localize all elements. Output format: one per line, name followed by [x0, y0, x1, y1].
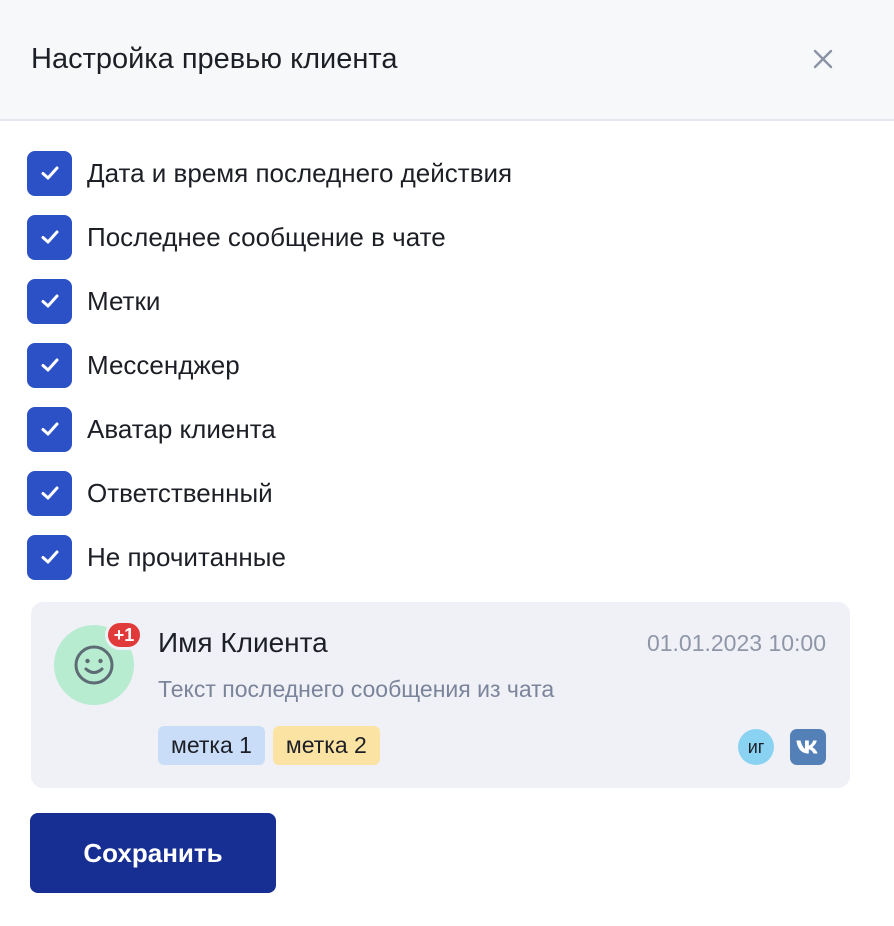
checkbox-checked[interactable] [27, 214, 72, 260]
option-label: Не прочитанные [87, 542, 286, 572]
checkbox-checked[interactable] [27, 342, 72, 388]
instagram-icon: иг [738, 729, 774, 765]
check-icon [41, 166, 58, 180]
option-label: Мессенджер [87, 350, 240, 380]
close-icon[interactable] [808, 44, 838, 74]
option-label: Последнее сообщение в чате [87, 222, 446, 252]
checkbox-checked[interactable] [27, 278, 72, 324]
check-icon [41, 358, 58, 372]
modal-title: Настройка превью клиента [31, 43, 398, 75]
vk-icon [790, 729, 826, 765]
option-tags[interactable]: Метки [27, 278, 512, 324]
check-icon [41, 550, 58, 564]
option-last-action-datetime[interactable]: Дата и время последнего действия [27, 150, 512, 196]
option-messenger[interactable]: Мессенджер [27, 342, 512, 388]
option-label: Дата и время последнего действия [87, 158, 513, 188]
checkbox-checked[interactable] [27, 150, 72, 196]
option-last-message[interactable]: Последнее сообщение в чате [27, 214, 512, 260]
client-preview-card: +1 Имя Клиента 01.01.2023 10:00 Текст по… [31, 602, 850, 788]
smiley-face-icon [74, 645, 114, 685]
option-label: Метки [87, 286, 161, 316]
check-icon [41, 294, 58, 308]
last-action-datetime: 01.01.2023 10:00 [646, 630, 826, 656]
checkbox-checked[interactable] [27, 406, 72, 452]
option-label: Ответственный [87, 478, 273, 508]
checkbox-checked[interactable] [27, 470, 72, 516]
option-responsible[interactable]: Ответственный [27, 470, 512, 516]
checkbox-checked[interactable] [27, 534, 72, 580]
last-message: Текст последнего сообщения из чата [158, 676, 555, 702]
option-client-avatar[interactable]: Аватар клиента [27, 406, 512, 452]
option-unread[interactable]: Не прочитанные [27, 534, 512, 580]
tag-list: метка 1 метка 2 [158, 726, 388, 765]
option-label: Аватар клиента [87, 414, 276, 444]
check-icon [41, 486, 58, 500]
check-icon [41, 422, 58, 436]
unread-badge: +1 [105, 620, 143, 650]
options-list: Дата и время последнего действия Последн… [27, 150, 512, 598]
modal-header: Настройка превью клиента [0, 0, 894, 121]
tag: метка 2 [272, 726, 380, 765]
tag: метка 1 [158, 726, 265, 765]
save-button[interactable]: Сохранить [30, 813, 276, 893]
check-icon [41, 230, 58, 244]
client-name: Имя Клиента [158, 627, 328, 658]
preview-settings-modal: Настройка превью клиента Дата и время по… [0, 0, 894, 926]
